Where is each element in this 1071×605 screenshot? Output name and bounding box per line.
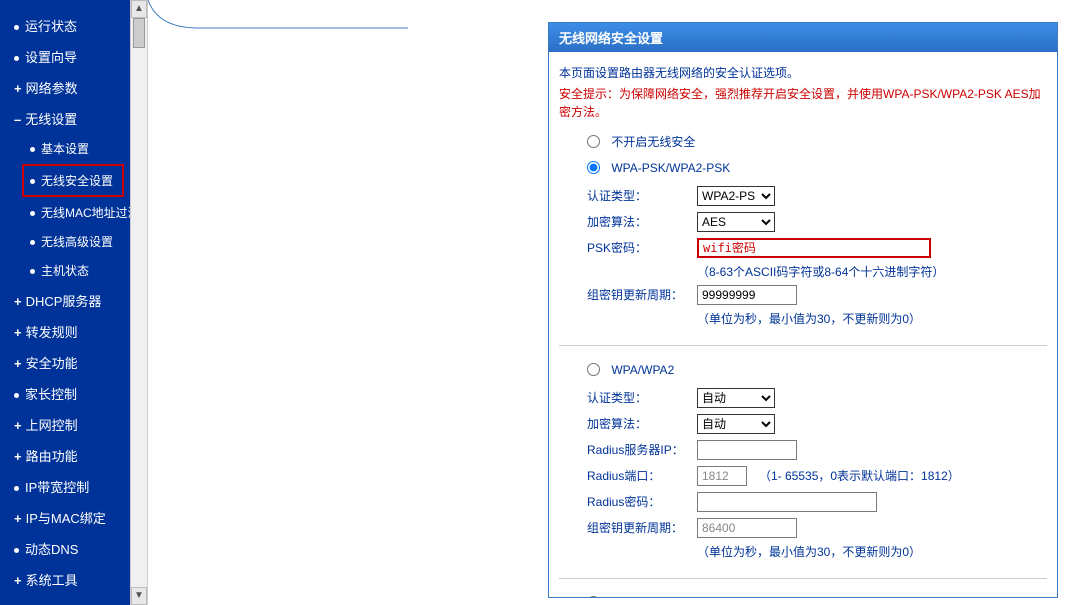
radio-wpapsk-label: WPA-PSK/WPA2-PSK (611, 161, 730, 175)
sidebar-item-forward[interactable]: +转发规则 (0, 316, 130, 347)
sidebar-item-parental[interactable]: 家长控制 (0, 378, 130, 409)
auth-type-label: 认证类型： (587, 187, 697, 204)
psk-input[interactable] (697, 238, 931, 258)
psk-hint: （8-63个ASCII码字符或8-64个十六进制字符） (697, 263, 1047, 280)
wpa-auth-label: 认证类型： (587, 389, 697, 406)
wpa-groupkey-hint: （单位为秒，最小值为30，不更新则为0） (697, 543, 1047, 560)
sidebar-item-wireless-security[interactable]: 无线安全设置 (22, 164, 124, 197)
radio-disable-security[interactable] (587, 135, 600, 148)
scroll-thumb[interactable] (133, 18, 145, 48)
radius-pwd-input[interactable] (697, 492, 877, 512)
sidebar-item-advanced[interactable]: 无线高级设置 (0, 227, 130, 256)
wpa-encrypt-label: 加密算法： (587, 415, 697, 432)
radio-wpapsk[interactable] (587, 161, 600, 174)
wpapsk-auth-select[interactable]: WPA2-PS (697, 186, 775, 206)
wpa-auth-select[interactable]: 自动 (697, 388, 775, 408)
radius-pwd-label: Radius密码： (587, 493, 697, 510)
scroll-up-icon[interactable]: ▲ (131, 0, 147, 18)
radio-disable-label: 不开启无线安全 (611, 135, 695, 149)
radio-wep[interactable] (587, 596, 600, 597)
sidebar-item-security[interactable]: +安全功能 (0, 347, 130, 378)
wpa-encrypt-select[interactable]: 自动 (697, 414, 775, 434)
sidebar-item-ddns[interactable]: 动态DNS (0, 533, 130, 564)
radius-ip-input[interactable] (697, 440, 797, 460)
radius-port-hint: （1- 65535，0表示默认端口：1812） (759, 467, 960, 484)
sidebar-item-dhcp[interactable]: +DHCP服务器 (0, 285, 130, 316)
sidebar-item-access-control[interactable]: +上网控制 (0, 409, 130, 440)
radius-ip-label: Radius服务器IP： (587, 441, 697, 458)
sidebar-item-wireless[interactable]: –无线设置 (0, 103, 130, 134)
sidebar-item-basic-settings[interactable]: 基本设置 (0, 134, 130, 163)
sidebar-item-bandwidth[interactable]: IP带宽控制 (0, 471, 130, 502)
group-key-hint: （单位为秒，最小值为30，不更新则为0） (697, 310, 1047, 327)
sidebar-item-ip-mac[interactable]: +IP与MAC绑定 (0, 502, 130, 533)
wpa-groupkey-label: 组密钥更新周期： (587, 519, 697, 536)
panel-title: 无线网络安全设置 (549, 23, 1057, 52)
sidebar-item-routing[interactable]: +路由功能 (0, 440, 130, 471)
radius-port-input[interactable] (697, 466, 747, 486)
wpa-groupkey-input[interactable] (697, 518, 797, 538)
encrypt-label: 加密算法： (587, 213, 697, 230)
wpapsk-encrypt-select[interactable]: AES (697, 212, 775, 232)
header-curve (148, 0, 408, 30)
sidebar-item-system-tools[interactable]: +系统工具 (0, 564, 130, 595)
radio-wpa-label: WPA/WPA2 (611, 363, 674, 377)
security-warning: 安全提示：为保障网络安全，强烈推荐开启安全设置，并使用WPA-PSK/WPA2-… (559, 85, 1047, 121)
radius-port-label: Radius端口： (587, 467, 697, 484)
main-content: 无线网络安全设置 本页面设置路由器无线网络的安全认证选项。 安全提示：为保障网络… (148, 0, 1071, 605)
sidebar-scrollbar[interactable]: ▲ ▼ (130, 0, 148, 605)
radio-wpa[interactable] (587, 363, 600, 376)
psk-label: PSK密码： (587, 239, 697, 256)
sidebar-item-mac-filter[interactable]: 无线MAC地址过滤 (0, 198, 130, 227)
radio-wep-label: WEP (611, 595, 638, 597)
panel-description: 本页面设置路由器无线网络的安全认证选项。 (559, 64, 1047, 81)
group-key-label: 组密钥更新周期： (587, 286, 697, 303)
settings-panel: 无线网络安全设置 本页面设置路由器无线网络的安全认证选项。 安全提示：为保障网络… (548, 22, 1058, 598)
wpapsk-groupkey-input[interactable] (697, 285, 797, 305)
sidebar-item-host-status[interactable]: 主机状态 (0, 256, 130, 285)
sidebar-item-setup-wizard[interactable]: 设置向导 (0, 41, 130, 72)
scroll-down-icon[interactable]: ▼ (131, 587, 147, 605)
sidebar: 运行状态 设置向导 +网络参数 –无线设置 基本设置 无线安全设置 无线MAC地… (0, 0, 130, 605)
sidebar-item-running-status[interactable]: 运行状态 (0, 10, 130, 41)
sidebar-item-network-params[interactable]: +网络参数 (0, 72, 130, 103)
